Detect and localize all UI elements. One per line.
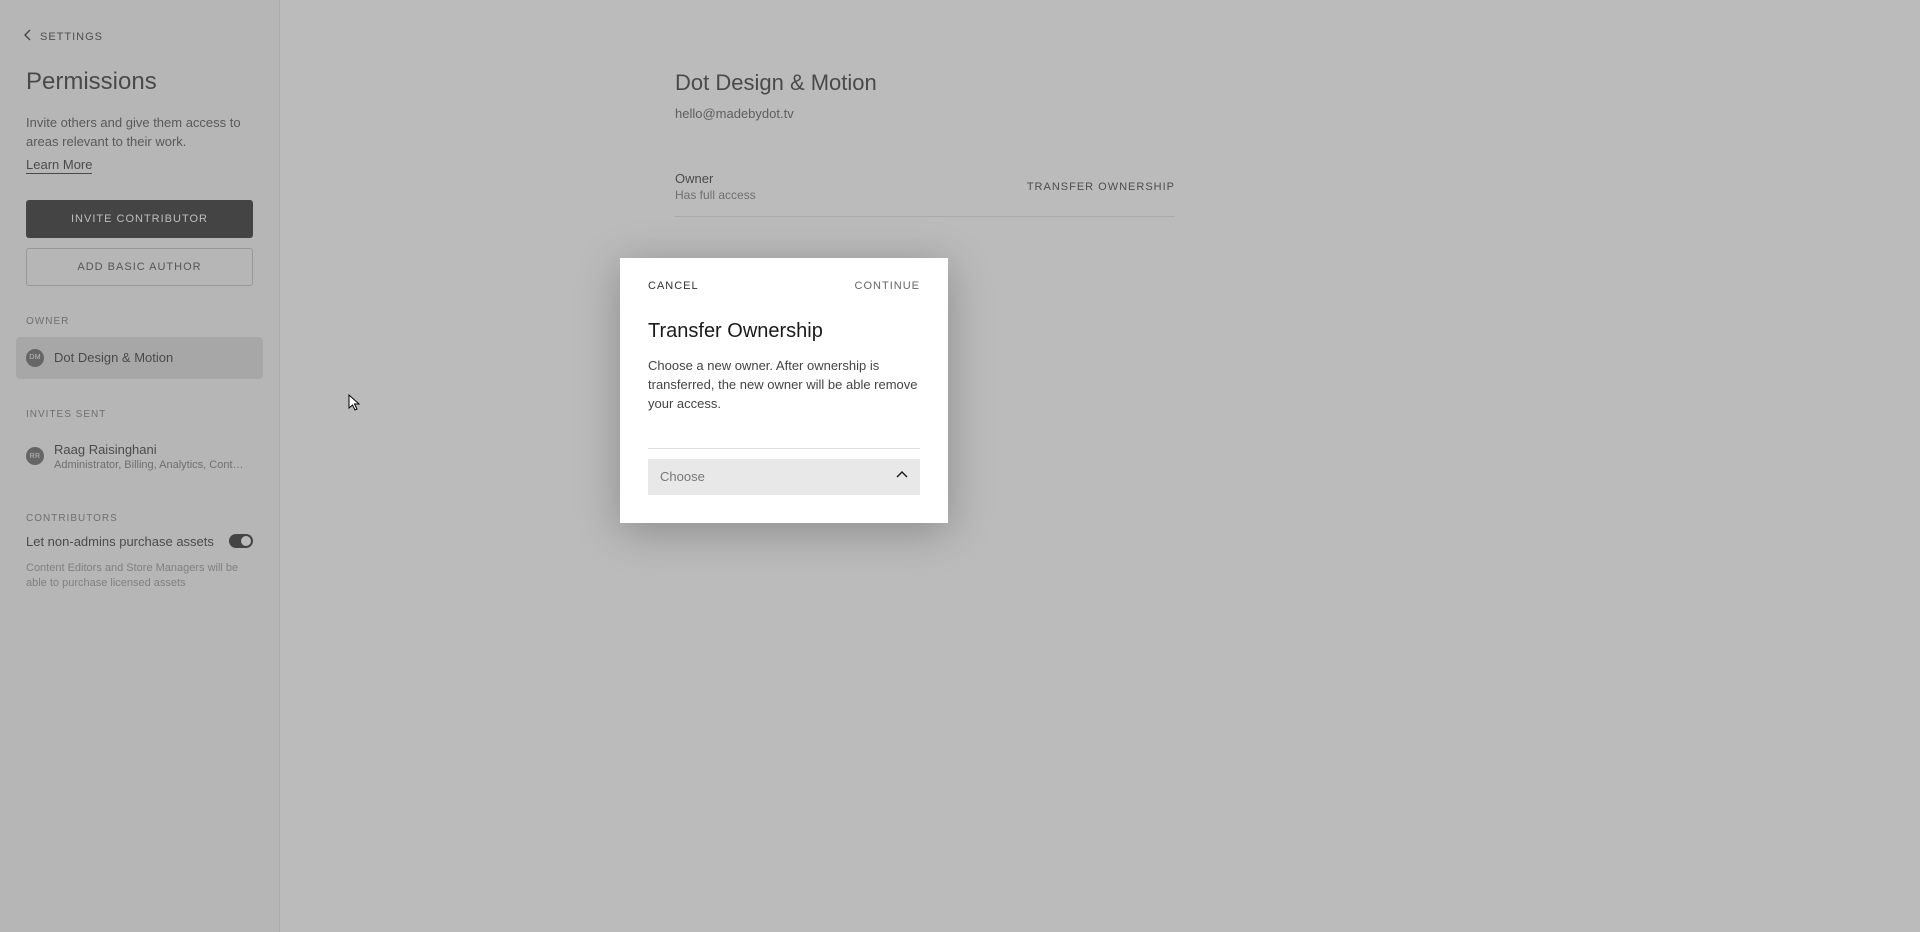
toggle-help-text: Content Editors and Store Managers will … [26,561,253,592]
non-admin-purchase-toggle[interactable] [229,534,253,548]
modal-title: Transfer Ownership [648,320,920,343]
page-description: Invite others and give them access to ar… [26,114,253,152]
transfer-ownership-link[interactable]: TRANSFER OWNERSHIP [1027,181,1175,193]
invite-roles: Administrator, Billing, Analytics, Conte… [54,459,249,471]
continue-button[interactable]: CONTINUE [855,280,920,292]
main-content: Dot Design & Motion hello@madebydot.tv O… [280,0,1920,932]
invites-section-label: INVITES SENT [26,409,253,420]
owner-name: Dot Design & Motion [54,350,173,365]
invite-row[interactable]: RR Raag Raisinghani Administrator, Billi… [16,430,263,483]
sidebar: SETTINGS Permissions Invite others and g… [0,0,280,932]
select-placeholder: Choose [660,469,705,484]
transfer-ownership-modal: CANCEL CONTINUE Transfer Ownership Choos… [620,258,948,523]
owner-select[interactable]: Choose [648,448,920,495]
back-to-settings[interactable]: SETTINGS [0,20,279,54]
avatar: RR [26,447,44,465]
avatar: DM [26,349,44,367]
back-label: SETTINGS [40,31,103,43]
add-basic-author-button[interactable]: ADD BASIC AUTHOR [26,248,253,286]
contributors-section-label: CONTRIBUTORS [26,513,253,524]
learn-more-link[interactable]: Learn More [26,157,92,174]
role-sub-label: Has full access [675,188,756,202]
org-email: hello@madebydot.tv [675,106,1175,121]
page-title: Permissions [26,68,253,96]
toggle-label: Let non-admins purchase assets [26,534,214,549]
invite-name: Raag Raisinghani [54,442,249,457]
modal-description: Choose a new owner. After ownership is t… [648,357,920,414]
chevron-left-icon [22,28,34,46]
owner-section-label: OWNER [26,316,253,327]
cancel-button[interactable]: CANCEL [648,280,699,292]
role-label: Owner [675,171,756,186]
toggle-knob [241,536,251,546]
chevron-up-icon [896,468,908,486]
org-title: Dot Design & Motion [675,70,1175,96]
owner-row[interactable]: DM Dot Design & Motion [16,337,263,379]
invite-contributor-button[interactable]: INVITE CONTRIBUTOR [26,200,253,238]
